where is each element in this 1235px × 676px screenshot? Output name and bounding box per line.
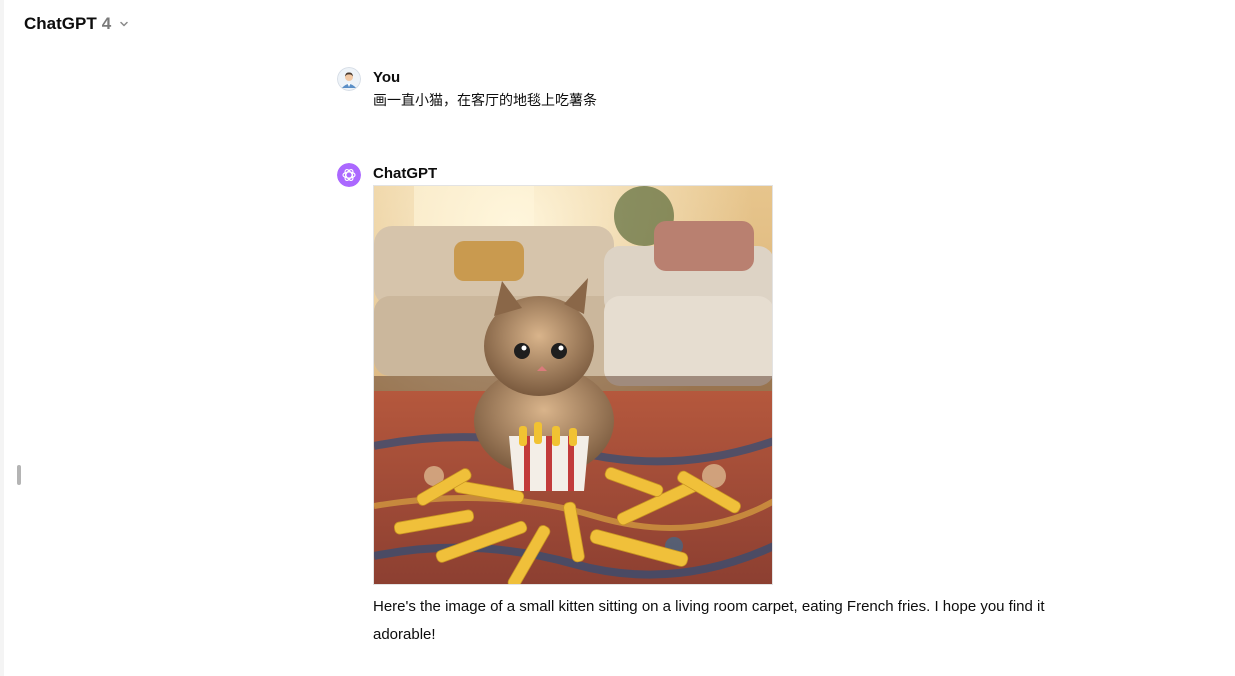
model-selector[interactable]: ChatGPT 4: [16, 10, 138, 38]
sidebar-edge: [0, 0, 4, 676]
user-avatar-icon: [337, 67, 361, 91]
chevron-down-icon: [120, 21, 128, 27]
message-text: 画一直小猫，在客厅的地毯上吃薯条: [373, 93, 597, 109]
message-author: You: [373, 69, 401, 86]
generated-image[interactable]: [373, 185, 773, 585]
model-name: ChatGPT: [24, 14, 97, 33]
kitten-eating-fries-icon: [374, 186, 772, 584]
assistant-message: ChatGPT Here's the image of a small kitt…: [337, 163, 1057, 653]
user-message: You 画一直小猫，在客厅的地毯上吃薯条: [337, 67, 1057, 117]
sidebar-toggle-handle[interactable]: [17, 465, 21, 485]
message-text: Here's the image of a small kitten sitti…: [373, 598, 1045, 643]
openai-logo-icon: [337, 163, 361, 187]
model-version: 4: [101, 14, 112, 33]
message-author: ChatGPT: [373, 165, 438, 182]
